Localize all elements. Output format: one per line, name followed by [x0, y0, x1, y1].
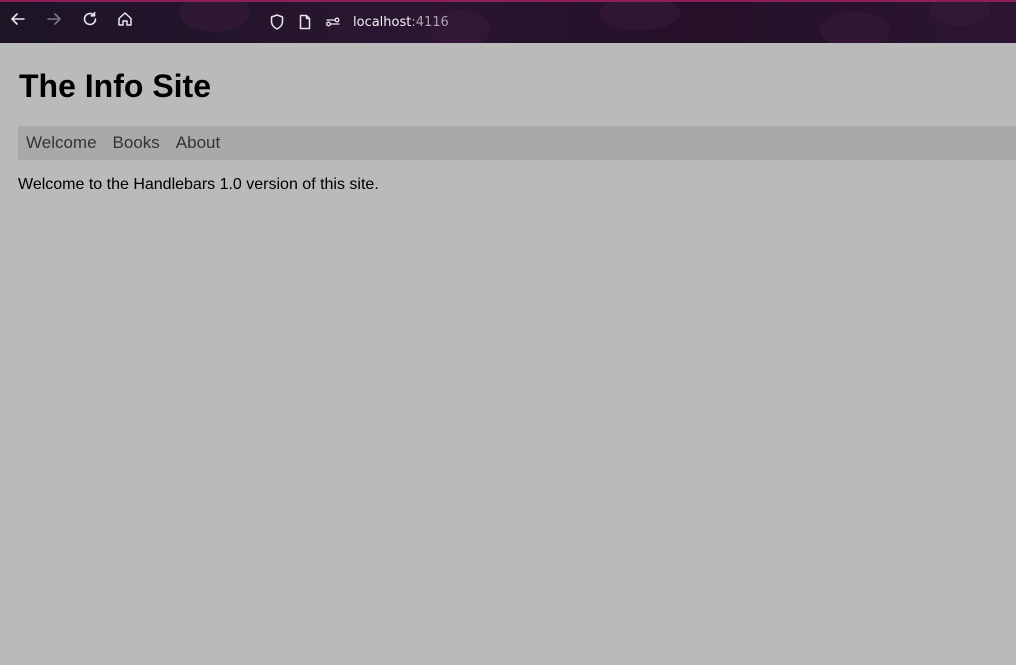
reload-button[interactable]: [79, 10, 101, 32]
shield-icon[interactable]: [267, 12, 287, 32]
reload-icon: [81, 10, 99, 33]
url-port: :4116: [411, 14, 449, 30]
home-button[interactable]: [114, 10, 136, 32]
back-icon: [9, 10, 27, 33]
address-bar[interactable]: localhost:4116: [267, 10, 449, 34]
nav-link-welcome[interactable]: Welcome: [26, 133, 97, 153]
forward-icon: [45, 10, 63, 33]
url-text[interactable]: localhost:4116: [353, 15, 449, 30]
nav-link-about[interactable]: About: [176, 133, 220, 153]
home-icon: [116, 10, 134, 33]
page-icon: [295, 12, 315, 32]
site-nav: Welcome Books About: [18, 126, 1016, 160]
site-title: The Info Site: [19, 68, 211, 104]
welcome-message: Welcome to the Handlebars 1.0 version of…: [18, 176, 379, 193]
browser-toolbar: localhost:4116: [0, 0, 1016, 43]
page-viewport: The Info Site Welcome Books About Welcom…: [0, 43, 1016, 665]
forward-button[interactable]: [43, 10, 65, 32]
connection-icon[interactable]: [323, 12, 343, 32]
nav-link-books[interactable]: Books: [113, 133, 160, 153]
url-host: localhost: [353, 14, 412, 30]
back-button[interactable]: [7, 10, 29, 32]
